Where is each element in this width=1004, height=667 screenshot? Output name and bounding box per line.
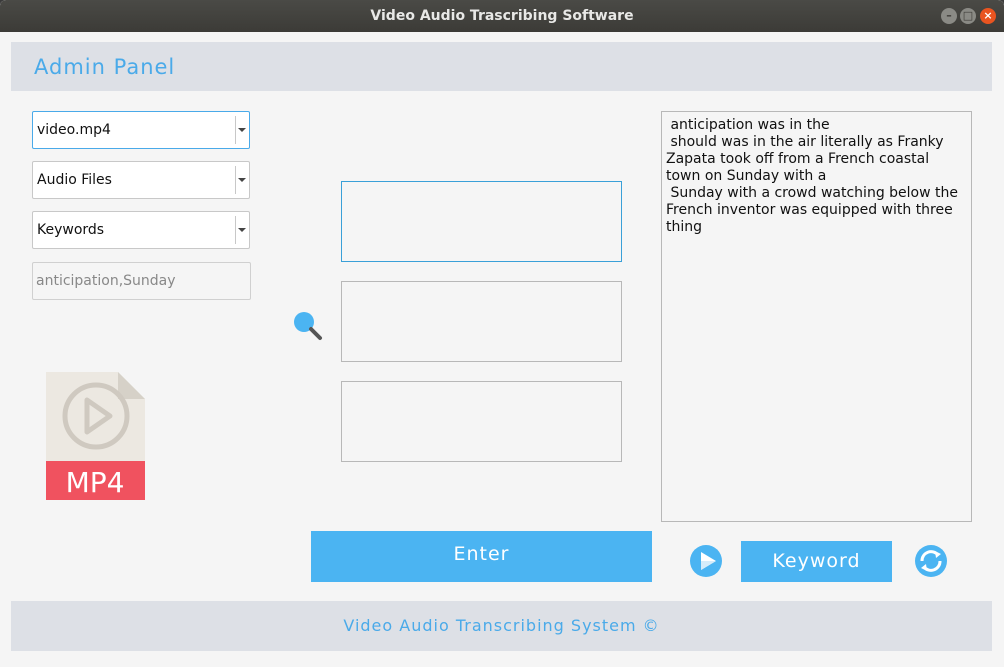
app-window: – □ × Video Audio Trascribing Software A… (0, 0, 1004, 667)
file-type-select[interactable]: Audio Files (32, 161, 250, 199)
header-panel: Admin Panel (11, 42, 992, 91)
title-bar: – □ × Video Audio Trascribing Software (0, 0, 1004, 32)
search-icon[interactable] (293, 311, 327, 345)
mp4-file-icon: MP4 (46, 372, 145, 500)
combo-separator (235, 166, 236, 194)
file-select-value: video.mp4 (37, 122, 111, 138)
dropdown-arrow-icon (238, 128, 246, 132)
page-title: Admin Panel (34, 55, 176, 79)
input-box-1[interactable] (341, 181, 622, 262)
combo-separator (235, 116, 236, 144)
footer-panel: Video Audio Transcribing System © (11, 601, 992, 651)
refresh-icon[interactable] (914, 544, 948, 578)
combo-separator (235, 216, 236, 244)
dropdown-arrow-icon (238, 178, 246, 182)
keywords-input[interactable]: anticipation,Sunday (32, 262, 251, 300)
play-icon[interactable] (689, 544, 723, 578)
file-type-value: Audio Files (37, 172, 112, 188)
footer-text: Video Audio Transcribing System © (343, 616, 660, 635)
file-select[interactable]: video.mp4 (32, 111, 250, 149)
keywords-input-value: anticipation,Sunday (36, 273, 176, 289)
keyword-button[interactable]: Keyword (741, 541, 892, 582)
input-box-3[interactable] (341, 381, 622, 462)
mp4-label: MP4 (66, 466, 125, 499)
mode-select-value: Keywords (37, 222, 105, 238)
input-box-2[interactable] (341, 281, 622, 362)
mode-select[interactable]: Keywords (32, 211, 250, 249)
window-title: Video Audio Trascribing Software (370, 8, 634, 24)
enter-button[interactable]: Enter (311, 531, 652, 582)
transcript-area[interactable]: anticipation was in the should was in th… (661, 111, 972, 522)
dropdown-arrow-icon (238, 228, 246, 232)
